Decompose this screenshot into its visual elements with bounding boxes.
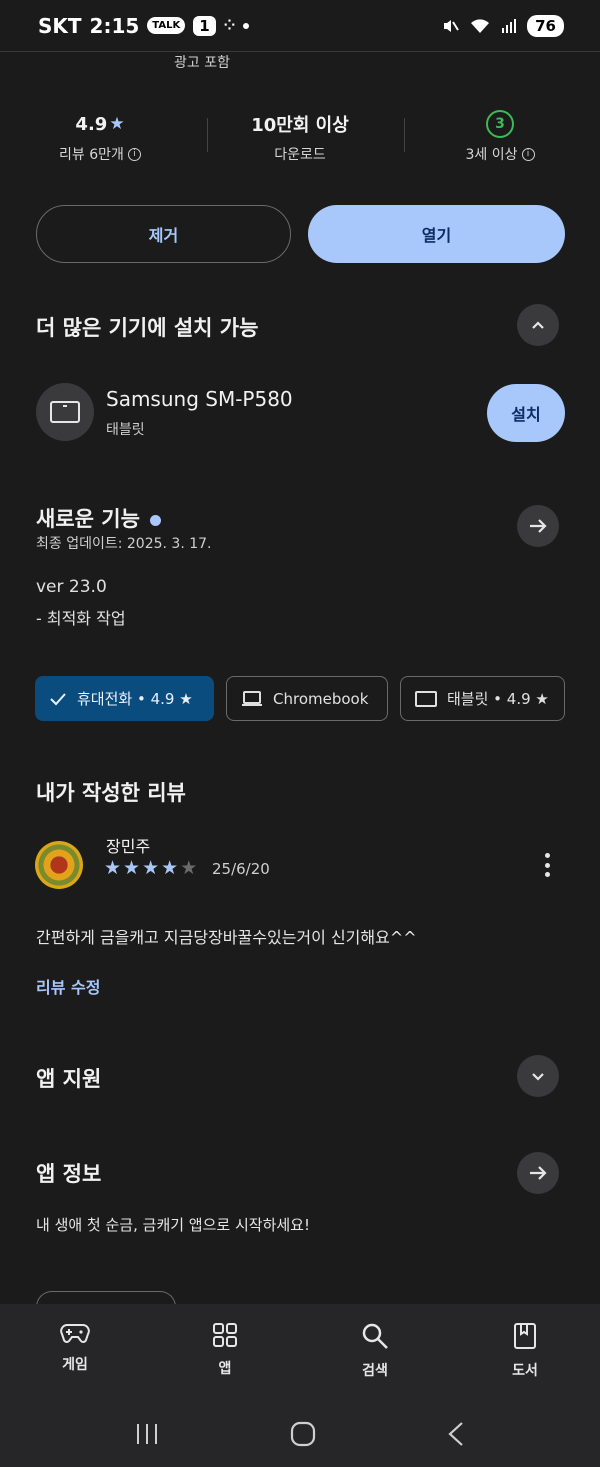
- nav-books-label: 도서: [512, 1363, 538, 1379]
- remove-button[interactable]: 제거: [36, 205, 291, 263]
- review-stars: ★ ★ ★ ★ ★: [104, 857, 197, 879]
- review-text: 간편하게 금을캐고 지금당장바꿀수있는거이 신기해요^^: [36, 928, 417, 947]
- nav-games-label: 게임: [62, 1357, 88, 1373]
- version-text: ver 23.0: [36, 577, 107, 597]
- app-info-title: 앱 정보: [36, 1162, 102, 1186]
- nav-games[interactable]: 게임: [0, 1304, 150, 1400]
- wifi-icon: [471, 18, 490, 33]
- chip-tablet[interactable]: 태블릿 • 4.9 ★: [400, 676, 565, 721]
- system-navigation: [0, 1400, 600, 1467]
- star-icon: ★: [142, 857, 160, 879]
- laptop-icon: [242, 690, 262, 706]
- app-support-title: 앱 지원: [36, 1067, 102, 1091]
- nav-books[interactable]: 도서: [450, 1304, 600, 1400]
- apps-grid-icon: [213, 1323, 237, 1347]
- age-rating-icon: 3: [486, 110, 514, 138]
- star-empty-icon: ★: [180, 857, 198, 879]
- bottom-navigation: 게임 앱 검색 도서: [0, 1304, 600, 1400]
- star-icon: ★: [161, 857, 179, 879]
- device-name: Samsung SM-P580: [106, 387, 293, 411]
- info-icon: i: [127, 147, 141, 161]
- star-icon: ★: [123, 857, 141, 879]
- carrier: SKT: [38, 13, 82, 38]
- age-label: 3세 이상: [465, 147, 518, 163]
- chevron-down-icon: [532, 1073, 544, 1081]
- edit-review-link[interactable]: 리뷰 수정: [36, 974, 100, 998]
- gamepad-icon: [60, 1324, 90, 1343]
- recent-apps-icon[interactable]: [135, 1423, 159, 1445]
- chip-phone[interactable]: 휴대전화 • 4.9 ★: [35, 676, 214, 721]
- tablet-icon: [50, 401, 80, 423]
- check-icon: [50, 692, 66, 705]
- install-button[interactable]: 설치: [487, 384, 565, 442]
- whats-new-title: 새로운 기능: [36, 503, 161, 533]
- reviewer-name: 장민주: [106, 837, 151, 856]
- clock: 2:15: [89, 13, 140, 38]
- arrow-right-icon: [530, 1166, 547, 1180]
- open-button[interactable]: 열기: [308, 205, 565, 263]
- divider: [207, 118, 208, 152]
- whats-new-arrow-button[interactable]: [517, 505, 559, 547]
- info-icon: i: [521, 147, 535, 161]
- chip-chromebook-label: Chromebook: [273, 689, 369, 708]
- app-stats: 4.9 ★ 리뷰 6만개 i 10만회 이상 다운로드 3 3세 이상 i: [0, 110, 600, 164]
- back-icon[interactable]: [447, 1421, 465, 1447]
- chip-phone-label: 휴대전화 • 4.9 ★: [77, 690, 193, 708]
- new-indicator-dot: [149, 514, 161, 526]
- signal-icon: [502, 18, 517, 33]
- nav-search-label: 검색: [362, 1363, 388, 1379]
- last-updated: 최종 업데이트: 2025. 3. 17.: [36, 536, 212, 552]
- book-icon: [514, 1323, 536, 1349]
- app-info-arrow-button[interactable]: [517, 1152, 559, 1194]
- my-review-title: 내가 작성한 리뷰: [36, 781, 186, 805]
- tablet-icon: [415, 690, 437, 707]
- more-devices-title: 더 많은 기기에 설치 가능: [36, 316, 259, 340]
- status-bar: SKT 2:15 TALK 1 ⁘ 76: [0, 0, 600, 52]
- app-info-text: 내 생애 첫 순금, 금캐기 앱으로 시작하세요!: [36, 1216, 310, 1234]
- star-icon: ★: [104, 857, 122, 879]
- rating-stat[interactable]: 4.9 ★ 리뷰 6만개 i: [0, 110, 200, 164]
- qr-icon: ⁘: [223, 17, 236, 34]
- collapse-button[interactable]: [517, 304, 559, 346]
- battery-indicator: 76: [527, 14, 564, 37]
- rating-value: 4.9: [75, 113, 108, 135]
- contains-ads-label: 광고 포함: [174, 55, 230, 71]
- arrow-right-icon: [530, 519, 547, 533]
- chip-chromebook[interactable]: Chromebook: [226, 676, 388, 721]
- downloads-value: 10만회 이상: [251, 115, 349, 136]
- downloads-stat: 10만회 이상 다운로드: [200, 110, 400, 164]
- nav-search[interactable]: 검색: [300, 1304, 450, 1400]
- downloads-label: 다운로드: [274, 147, 326, 163]
- reviews-count: 리뷰 6만개: [59, 147, 124, 163]
- search-icon: [362, 1323, 388, 1349]
- star-icon: ★: [109, 114, 125, 134]
- notification-count: 1: [193, 15, 216, 36]
- mute-icon: [444, 19, 459, 32]
- review-date: 25/6/20: [212, 860, 270, 878]
- device-avatar: [36, 383, 94, 441]
- divider: [404, 118, 405, 152]
- avatar: [35, 841, 83, 889]
- more-notifications-dot: [243, 22, 250, 29]
- whats-new-label: 새로운 기능: [36, 507, 140, 531]
- device-type: 태블릿: [106, 422, 145, 438]
- nav-apps[interactable]: 앱: [150, 1304, 300, 1400]
- chip-tablet-label: 태블릿 • 4.9 ★: [447, 690, 549, 708]
- chevron-up-icon: [532, 321, 544, 329]
- kakaotalk-icon: TALK: [147, 17, 186, 34]
- home-icon[interactable]: [290, 1421, 316, 1447]
- expand-button[interactable]: [517, 1055, 559, 1097]
- more-options-icon[interactable]: [537, 851, 557, 879]
- version-note: - 최적화 작업: [36, 609, 126, 628]
- age-stat[interactable]: 3 3세 이상 i: [400, 110, 600, 164]
- nav-apps-label: 앱: [218, 1361, 232, 1377]
